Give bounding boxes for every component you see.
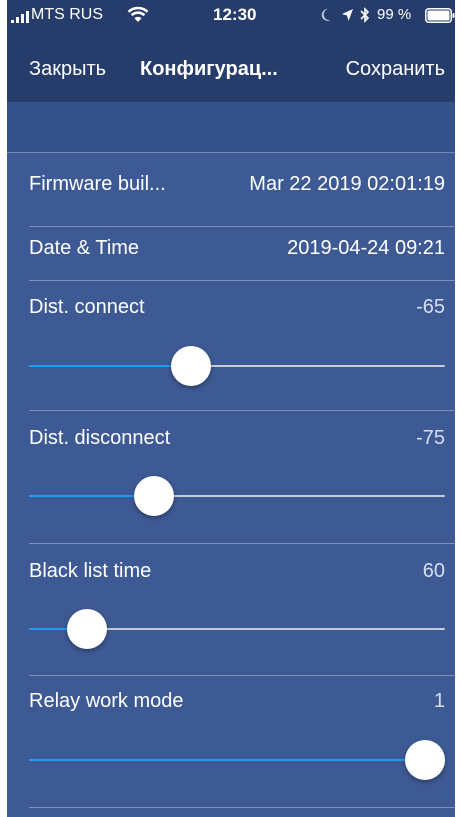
row-separator — [29, 807, 455, 808]
black-list-time-value: 60 — [422, 560, 445, 582]
moon-icon — [321, 8, 331, 21]
firmware-build-value: Mar 22 2019 02:01:19 — [249, 173, 445, 195]
status-bar: MTS RUS 12:30 99 % — [7, 0, 455, 36]
carrier-name: MTS RUS — [31, 6, 103, 23]
dist-connect-label: Dist. connect — [29, 296, 145, 318]
location-icon — [342, 9, 353, 21]
relay-work-mode-slider[interactable] — [29, 740, 445, 780]
save-button[interactable]: Сохранить — [346, 58, 445, 81]
dist-connect-row: Dist. connect -65 — [7, 281, 455, 411]
section-header — [7, 102, 455, 153]
bluetooth-icon — [360, 7, 370, 23]
navigation-bar: Закрыть Конфигурац... Сохранить — [7, 36, 455, 102]
dist-connect-value: -65 — [416, 296, 445, 318]
firmware-build-label: Firmware buil... — [29, 173, 166, 195]
black-list-time-label: Black list time — [29, 560, 152, 582]
black-list-time-row: Black list time 60 — [7, 544, 455, 676]
wifi-icon — [127, 6, 149, 22]
relay-work-mode-row: Relay work mode 1 — [7, 676, 455, 808]
status-time: 12:30 — [213, 5, 257, 24]
slider-fill — [29, 365, 192, 367]
battery-percent: 99 % — [377, 6, 412, 23]
slider-thumb[interactable] — [67, 609, 108, 649]
firmware-build-row: Firmware buil... Mar 22 2019 02:01:19 — [7, 153, 455, 227]
slider-fill — [29, 759, 425, 761]
dist-connect-slider[interactable] — [29, 346, 445, 386]
battery-icon — [425, 8, 455, 23]
page-title: Конфигурац... — [140, 58, 278, 80]
dist-disconnect-slider[interactable] — [29, 476, 445, 516]
dist-disconnect-row: Dist. disconnect -75 — [7, 411, 455, 544]
signal-icon — [11, 11, 29, 23]
slider-thumb[interactable] — [171, 346, 212, 386]
close-button[interactable]: Закрыть — [29, 58, 106, 81]
relay-work-mode-label: Relay work mode — [29, 690, 184, 712]
slider-thumb[interactable] — [133, 476, 174, 516]
dist-disconnect-value: -75 — [416, 427, 445, 449]
slider-thumb[interactable] — [405, 740, 445, 780]
relay-work-mode-value: 1 — [433, 690, 445, 712]
date-time-row: Date & Time 2019-04-24 09:21 — [7, 227, 455, 281]
date-time-label: Date & Time — [29, 237, 140, 259]
date-time-value: 2019-04-24 09:21 — [287, 237, 445, 259]
dist-disconnect-label: Dist. disconnect — [29, 427, 171, 449]
black-list-time-slider[interactable] — [29, 609, 445, 649]
app-screen: MTS RUS 12:30 99 % Закрыть Конфигурац...… — [7, 0, 455, 817]
